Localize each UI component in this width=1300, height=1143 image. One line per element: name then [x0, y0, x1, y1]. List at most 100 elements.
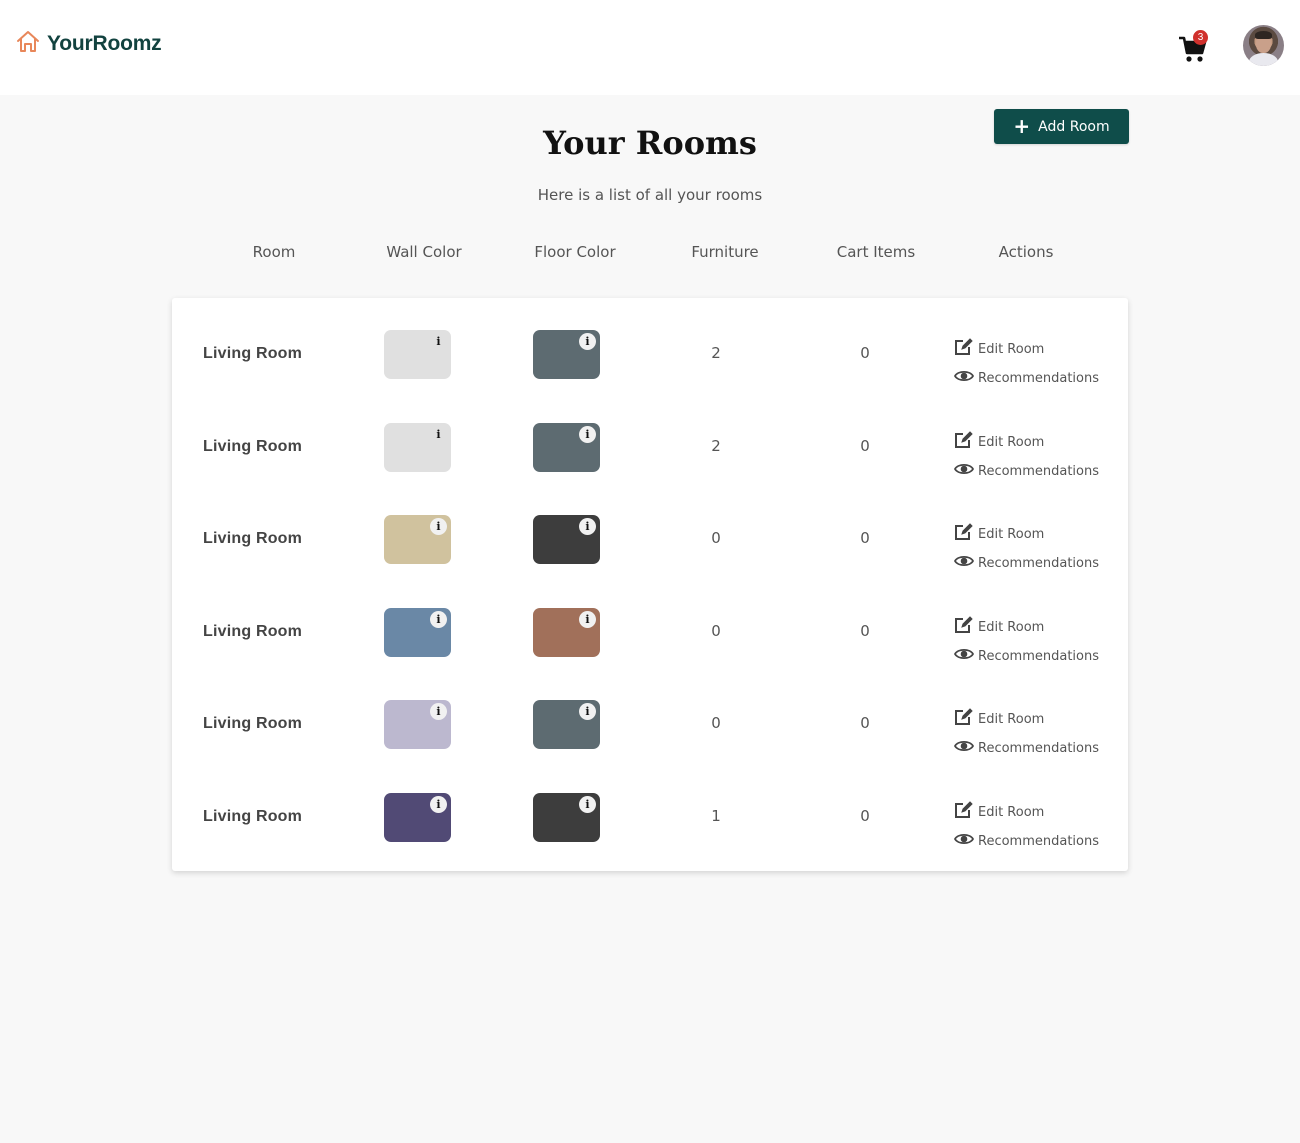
house-icon: [15, 29, 41, 59]
cart-button[interactable]: 3: [1178, 30, 1210, 62]
furniture-count: 0: [711, 529, 721, 547]
header-room: Room: [252, 243, 296, 261]
edit-room-label: Edit Room: [978, 619, 1045, 635]
room-name: Living Room: [203, 715, 303, 732]
floor-color-swatch[interactable]: i: [533, 515, 600, 564]
header-wall-color: Wall Color: [386, 243, 462, 261]
brand-name: YourRoomz: [47, 32, 162, 55]
page-subtitle: Here is a list of all your rooms: [537, 186, 763, 204]
edit-room-link[interactable]: Edit Room: [954, 523, 1044, 545]
room-name: Living Room: [203, 808, 303, 825]
page-title: Your Rooms: [543, 124, 757, 162]
eye-icon: [953, 367, 978, 389]
edit-room-label: Edit Room: [978, 341, 1045, 357]
room-name: Living Room: [203, 623, 303, 640]
eye-icon: [953, 830, 978, 852]
edit-icon: [954, 801, 978, 823]
table-row: Living Room i i 2 0 Edit Room Recommenda…: [172, 307, 1128, 400]
edit-room-label: Edit Room: [978, 434, 1045, 450]
info-icon[interactable]: i: [579, 611, 596, 628]
row-actions: Edit Room Recommendations: [953, 492, 1124, 585]
rooms-table: Living Room i i 2 0 Edit Room Recommenda…: [172, 298, 1128, 871]
row-actions: Edit Room Recommendations: [953, 307, 1124, 400]
floor-color-swatch[interactable]: i: [533, 700, 600, 749]
table-row: Living Room i i 0 0 Edit Room Recommenda…: [172, 585, 1128, 678]
wall-color-swatch[interactable]: i: [384, 423, 451, 472]
info-icon[interactable]: i: [579, 426, 596, 443]
recommendations-link[interactable]: Recommendations: [953, 552, 1100, 574]
furniture-count: 0: [711, 714, 721, 732]
edit-room-label: Edit Room: [978, 526, 1045, 542]
edit-room-link[interactable]: Edit Room: [954, 801, 1044, 823]
edit-icon: [954, 523, 978, 545]
cart-items-count: 0: [860, 344, 870, 362]
row-actions: Edit Room Recommendations: [953, 677, 1124, 770]
recommendations-label: Recommendations: [978, 555, 1100, 571]
cart-items-count: 0: [860, 714, 870, 732]
row-actions: Edit Room Recommendations: [953, 770, 1124, 863]
furniture-count: 0: [711, 622, 721, 640]
header-actions: Actions: [998, 243, 1054, 261]
edit-icon: [954, 431, 978, 453]
wall-color-swatch[interactable]: i: [384, 700, 451, 749]
furniture-count: 2: [711, 344, 721, 362]
room-name: Living Room: [203, 345, 303, 362]
recommendations-label: Recommendations: [978, 740, 1100, 756]
recommendations-label: Recommendations: [978, 463, 1100, 479]
edit-icon: [954, 708, 978, 730]
edit-room-link[interactable]: Edit Room: [954, 616, 1044, 638]
info-icon[interactable]: i: [430, 703, 447, 720]
wall-color-swatch[interactable]: i: [384, 330, 451, 379]
info-icon[interactable]: i: [430, 518, 447, 535]
recommendations-label: Recommendations: [978, 833, 1100, 849]
info-icon[interactable]: i: [579, 796, 596, 813]
recommendations-link[interactable]: Recommendations: [953, 645, 1100, 667]
table-row: Living Room i i 2 0 Edit Room Recommenda…: [172, 400, 1128, 493]
info-icon[interactable]: i: [430, 333, 447, 350]
cart-items-count: 0: [860, 529, 870, 547]
wall-color-swatch[interactable]: i: [384, 608, 451, 657]
recommendations-label: Recommendations: [978, 648, 1100, 664]
wall-color-swatch[interactable]: i: [384, 515, 451, 564]
user-avatar[interactable]: [1243, 25, 1284, 66]
wall-color-swatch[interactable]: i: [384, 793, 451, 842]
navbar: YourRoomz 3: [0, 0, 1300, 95]
eye-icon: [953, 737, 978, 759]
recommendations-link[interactable]: Recommendations: [953, 460, 1100, 482]
info-icon[interactable]: i: [579, 518, 596, 535]
table-row: Living Room i i 0 0 Edit Room Recommenda…: [172, 677, 1128, 770]
brand-logo[interactable]: YourRoomz: [15, 29, 162, 59]
room-name: Living Room: [203, 438, 303, 455]
info-icon[interactable]: i: [430, 611, 447, 628]
cart-items-count: 0: [860, 807, 870, 825]
edit-room-label: Edit Room: [978, 804, 1045, 820]
cart-items-count: 0: [860, 622, 870, 640]
info-icon[interactable]: i: [579, 333, 596, 350]
info-icon[interactable]: i: [430, 796, 447, 813]
furniture-count: 2: [711, 437, 721, 455]
edit-room-link[interactable]: Edit Room: [954, 431, 1044, 453]
floor-color-swatch[interactable]: i: [533, 330, 600, 379]
floor-color-swatch[interactable]: i: [533, 423, 600, 472]
eye-icon: [953, 645, 978, 667]
info-icon[interactable]: i: [430, 426, 447, 443]
eye-icon: [953, 552, 978, 574]
cart-items-count: 0: [860, 437, 870, 455]
recommendations-label: Recommendations: [978, 370, 1100, 386]
table-header: Room Wall Color Floor Color Furniture Ca…: [0, 243, 1300, 265]
floor-color-swatch[interactable]: i: [533, 793, 600, 842]
floor-color-swatch[interactable]: i: [533, 608, 600, 657]
edit-room-link[interactable]: Edit Room: [954, 338, 1044, 360]
edit-icon: [954, 616, 978, 638]
edit-room-link[interactable]: Edit Room: [954, 708, 1044, 730]
recommendations-link[interactable]: Recommendations: [953, 367, 1100, 389]
header-floor-color: Floor Color: [534, 243, 616, 261]
avatar-shirt: [1249, 53, 1278, 66]
recommendations-link[interactable]: Recommendations: [953, 737, 1100, 759]
header-furniture: Furniture: [691, 243, 759, 261]
info-icon[interactable]: i: [579, 703, 596, 720]
edit-icon: [954, 338, 978, 360]
recommendations-link[interactable]: Recommendations: [953, 830, 1100, 852]
edit-room-label: Edit Room: [978, 711, 1045, 727]
row-actions: Edit Room Recommendations: [953, 400, 1124, 493]
